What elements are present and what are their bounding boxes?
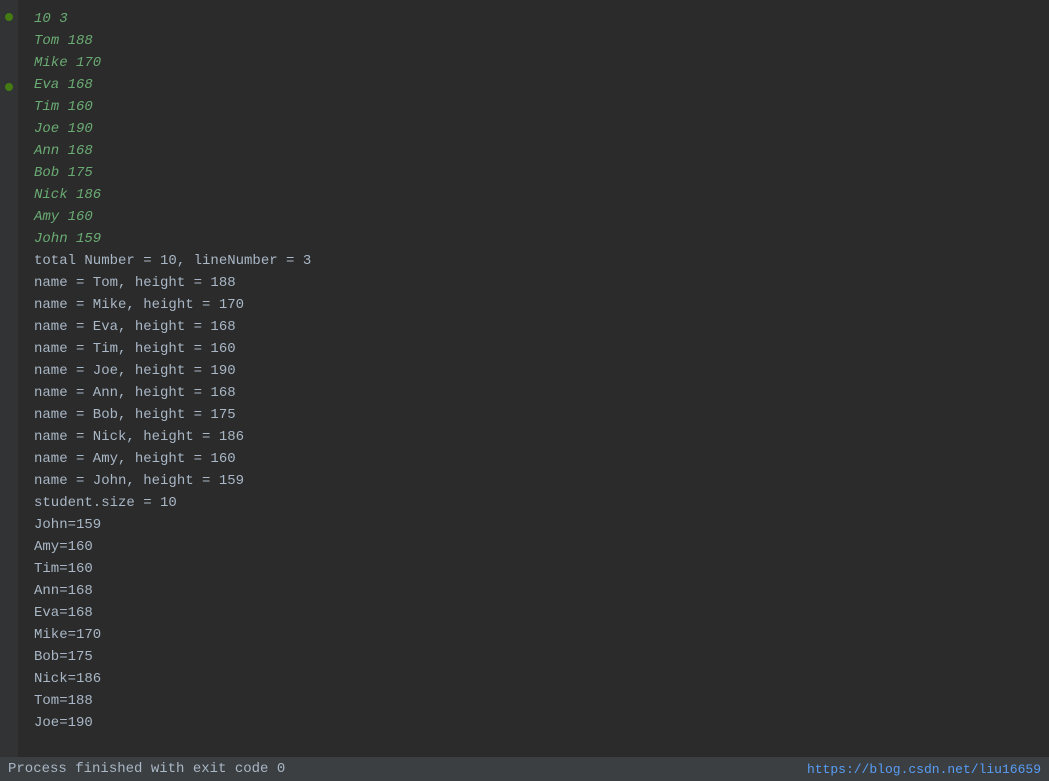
url-text: https://blog.csdn.net/liu16659 bbox=[807, 762, 1041, 777]
output-line-green-9: Nick 186 bbox=[34, 184, 1033, 206]
output-line-white-11: name = John, height = 159 bbox=[34, 470, 1033, 492]
gutter-icon-2 bbox=[4, 82, 14, 92]
output-line-green-8: Bob 175 bbox=[34, 162, 1033, 184]
output-line-white-7: name = Ann, height = 168 bbox=[34, 382, 1033, 404]
bottom-bar: Process finished with exit code 0 https:… bbox=[0, 757, 1049, 781]
gutter-icon-1 bbox=[4, 12, 14, 22]
output-line-white-5: name = Tim, height = 160 bbox=[34, 338, 1033, 360]
output-line-white-10: name = Amy, height = 160 bbox=[34, 448, 1033, 470]
output-line-white-14: Amy=160 bbox=[34, 536, 1033, 558]
output-line-green-2: Tom 188 bbox=[34, 30, 1033, 52]
output-line-white-16: Ann=168 bbox=[34, 580, 1033, 602]
output-line-green-3: Mike 170 bbox=[34, 52, 1033, 74]
process-finished-text: Process finished with exit code 0 bbox=[8, 761, 285, 777]
output-line-green-7: Ann 168 bbox=[34, 140, 1033, 162]
output-line-green-1: 10 3 bbox=[34, 8, 1033, 30]
output-line-white-18: Mike=170 bbox=[34, 624, 1033, 646]
output-line-green-6: Joe 190 bbox=[34, 118, 1033, 140]
output-line-white-17: Eva=168 bbox=[34, 602, 1033, 624]
output-line-white-1: total Number = 10, lineNumber = 3 bbox=[34, 250, 1033, 272]
output-line-white-22: Joe=190 bbox=[34, 712, 1033, 734]
content-area: 10 3 Tom 188 Mike 170 Eva 168 Tim 160 Jo… bbox=[26, 4, 1041, 738]
output-line-white-8: name = Bob, height = 175 bbox=[34, 404, 1033, 426]
output-line-white-3: name = Mike, height = 170 bbox=[34, 294, 1033, 316]
output-line-white-21: Tom=188 bbox=[34, 690, 1033, 712]
output-line-white-6: name = Joe, height = 190 bbox=[34, 360, 1033, 382]
output-line-white-4: name = Eva, height = 168 bbox=[34, 316, 1033, 338]
output-line-green-5: Tim 160 bbox=[34, 96, 1033, 118]
output-line-white-19: Bob=175 bbox=[34, 646, 1033, 668]
output-line-green-4: Eva 168 bbox=[34, 74, 1033, 96]
output-line-green-11: John 159 bbox=[34, 228, 1033, 250]
output-line-white-2: name = Tom, height = 188 bbox=[34, 272, 1033, 294]
output-line-white-9: name = Nick, height = 186 bbox=[34, 426, 1033, 448]
output-line-white-20: Nick=186 bbox=[34, 668, 1033, 690]
output-line-green-10: Amy 160 bbox=[34, 206, 1033, 228]
terminal-container: 10 3 Tom 188 Mike 170 Eva 168 Tim 160 Jo… bbox=[0, 0, 1049, 781]
output-line-white-13: John=159 bbox=[34, 514, 1033, 536]
output-line-white-12: student.size = 10 bbox=[34, 492, 1033, 514]
output-line-white-15: Tim=160 bbox=[34, 558, 1033, 580]
left-gutter bbox=[0, 0, 18, 781]
